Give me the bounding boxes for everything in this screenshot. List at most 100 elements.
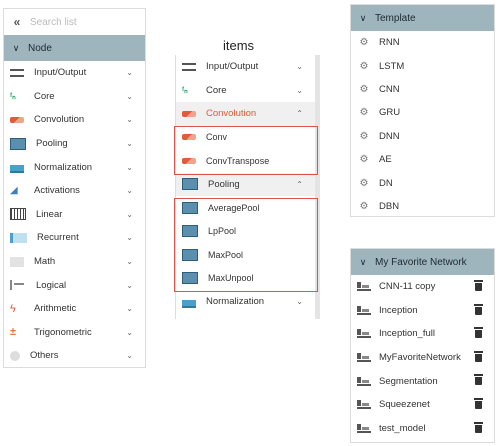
trash-icon[interactable] — [474, 327, 483, 339]
favorite-item[interactable]: Inception_full — [351, 322, 494, 346]
chevron-down-icon: ∨ — [12, 42, 20, 53]
template-item[interactable]: ⚙ CNN — [351, 78, 494, 101]
item-label: Core — [206, 84, 227, 96]
item-label: Convolution — [206, 108, 257, 120]
item-pooling[interactable]: Pooling ⌃ — [176, 172, 315, 196]
trash-icon[interactable] — [474, 350, 483, 362]
math-icon — [10, 256, 24, 267]
node-item-normalization[interactable]: Normalization ⌄ — [4, 155, 145, 179]
node-item-label: Pooling — [36, 138, 68, 150]
chevron-down-icon: ⌄ — [126, 280, 133, 290]
template-item-label: AE — [379, 154, 392, 166]
template-item[interactable]: ⚙ RNN — [351, 31, 494, 54]
node-item-core[interactable]: ᶠₙ Core ⌄ — [4, 85, 145, 109]
favorite-item[interactable]: Inception — [351, 299, 494, 323]
chevron-down-icon: ⌄ — [126, 257, 133, 267]
template-item[interactable]: ⚙ GRU — [351, 101, 494, 124]
trash-icon[interactable] — [474, 303, 483, 315]
node-item-input-output[interactable]: Input/Output ⌄ — [4, 61, 145, 85]
favorite-item[interactable]: Squeezenet — [351, 393, 494, 417]
pooling-icon — [10, 137, 26, 150]
network-icon — [357, 329, 371, 339]
input-output-icon — [10, 68, 24, 77]
normalization-icon — [182, 295, 196, 308]
node-item-recurrent[interactable]: Recurrent ⌄ — [4, 226, 145, 250]
chevron-down-icon: ⌄ — [126, 68, 133, 78]
collapse-icon[interactable]: « — [4, 15, 30, 29]
chevron-down-icon: ⌄ — [296, 62, 303, 72]
node-item-label: Arithmetic — [34, 303, 77, 315]
node-item-convolution[interactable]: Convolution ⌄ — [4, 108, 145, 132]
favorite-item-label: Segmentation — [379, 375, 438, 387]
template-item[interactable]: ⚙ DN — [351, 171, 494, 194]
network-icon — [357, 376, 371, 386]
chevron-down-icon: ⌄ — [126, 209, 133, 219]
gear-icon: ⚙ — [359, 200, 369, 212]
gear-icon: ⚙ — [359, 130, 369, 142]
trash-icon[interactable] — [474, 397, 483, 409]
template-item[interactable]: ⚙ DNN — [351, 125, 494, 148]
core-icon: ᶠₙ — [10, 91, 16, 102]
template-item[interactable]: ⚙ AE — [351, 148, 494, 171]
item-input-output[interactable]: Input/Output ⌄ — [176, 55, 315, 79]
node-item-label: Core — [34, 90, 55, 102]
item-label: Normalization — [206, 296, 265, 308]
favorite-item[interactable]: test_model — [351, 417, 494, 441]
gear-icon: ⚙ — [359, 60, 369, 72]
convolution-icon — [10, 116, 24, 123]
trash-icon[interactable] — [474, 421, 483, 433]
gear-icon: ⚙ — [359, 83, 369, 95]
node-item-arithmetic[interactable]: ϟ Arithmetic ⌄ — [4, 297, 145, 321]
trash-icon[interactable] — [474, 374, 483, 386]
gear-icon: ⚙ — [359, 154, 369, 166]
chevron-up-icon: ⌃ — [296, 179, 303, 189]
chevron-up-icon: ⌃ — [296, 109, 303, 119]
arithmetic-icon: ϟ — [10, 302, 16, 315]
chevron-down-icon: ⌄ — [296, 297, 303, 307]
node-item-label: Others — [30, 350, 59, 362]
chevron-down-icon: ⌄ — [296, 85, 303, 95]
item-core[interactable]: ᶠₙ Core ⌄ — [176, 79, 315, 103]
favorite-item-label: Inception_full — [379, 328, 435, 340]
template-item[interactable]: ⚙ LSTM — [351, 54, 494, 77]
gear-icon: ⚙ — [359, 107, 369, 119]
template-item[interactable]: ⚙ DBN — [351, 195, 494, 218]
node-item-linear[interactable]: Linear ⌄ — [4, 203, 145, 227]
node-item-pooling[interactable]: Pooling ⌄ — [4, 132, 145, 156]
node-item-label: Linear — [36, 208, 63, 220]
input-output-icon — [182, 62, 196, 71]
favorite-item[interactable]: CNN-11 copy — [351, 275, 494, 299]
search-input[interactable]: Search list — [30, 17, 77, 28]
node-item-math[interactable]: Math ⌄ — [4, 250, 145, 274]
chevron-down-icon: ∨ — [359, 12, 367, 23]
template-item-label: DN — [379, 177, 393, 189]
item-convolution[interactable]: Convolution ⌃ — [176, 102, 315, 126]
node-item-label: Normalization — [34, 161, 93, 173]
node-item-logical[interactable]: Logical ⌄ — [4, 273, 145, 297]
highlight-box-convolution — [174, 126, 318, 175]
template-header[interactable]: ∨ Template — [351, 5, 494, 31]
template-header-label: Template — [375, 12, 416, 24]
activations-icon: ◢ — [10, 184, 18, 196]
trash-icon[interactable] — [474, 280, 483, 291]
item-label: Input/Output — [206, 61, 259, 73]
node-item-label: Convolution — [34, 114, 85, 126]
favorite-item[interactable]: Segmentation — [351, 369, 494, 393]
favorite-item-label: MyFavoriteNetwork — [379, 352, 461, 364]
template-item-label: RNN — [379, 37, 400, 49]
favorite-item[interactable]: MyFavoriteNetwork — [351, 346, 494, 370]
chevron-down-icon: ⌄ — [126, 233, 133, 243]
node-item-others[interactable]: Others ⌄ — [4, 344, 145, 368]
favorite-header[interactable]: ∨ My Favorite Network — [351, 249, 494, 275]
template-panel: ∨ Template ⚙ RNN ⚙ LSTM ⚙ CNN ⚙ GRU ⚙ DNN ⚙ AE… — [350, 4, 495, 217]
core-icon: ᶠₙ — [182, 85, 188, 96]
node-item-label: Trigonometric — [34, 326, 92, 338]
item-normalization[interactable]: Normalization ⌄ — [176, 290, 315, 314]
node-item-activations[interactable]: ◢ Activations ⌄ — [4, 179, 145, 203]
template-item-label: LSTM — [379, 60, 405, 72]
node-item-trigonometric[interactable]: ± Trigonometric ⌄ — [4, 321, 145, 345]
search-bar: « Search list — [4, 9, 145, 35]
linear-icon — [10, 208, 26, 221]
node-header[interactable]: ∨ Node — [4, 35, 145, 61]
node-item-label: Input/Output — [34, 67, 87, 79]
